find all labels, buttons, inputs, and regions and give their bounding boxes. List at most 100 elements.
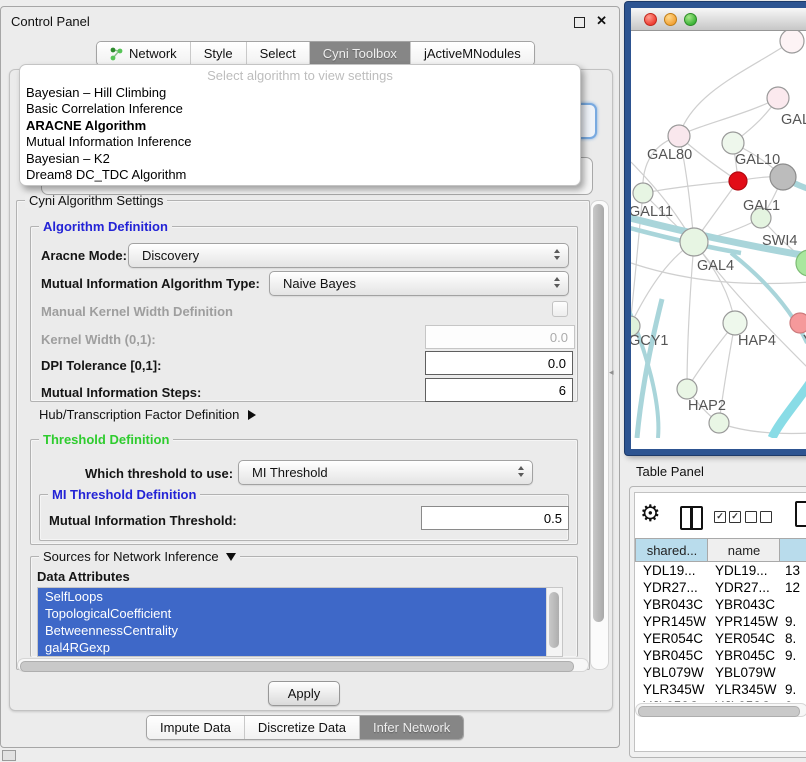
checked-box-icon: ✓ xyxy=(714,511,726,523)
tab-infer-network[interactable]: Infer Network xyxy=(360,716,463,739)
tab-network-label: Network xyxy=(129,46,177,61)
settings-scrollbar-thumb[interactable] xyxy=(593,204,604,622)
network-view-frame[interactable]: GAL80 GAL10 GAL1 GAL11 SWI4 GAL4 GCY1 HA… xyxy=(625,2,806,455)
close-icon[interactable]: ✕ xyxy=(596,13,607,29)
expand-right-icon xyxy=(248,410,256,420)
table-row[interactable]: YBL079W YBL079W xyxy=(635,664,806,681)
float-window-icon[interactable] xyxy=(574,17,585,28)
settings-hscrollbar[interactable] xyxy=(17,658,589,672)
list-item-selected-algorithm[interactable]: ARACNE Algorithm xyxy=(24,118,576,134)
mi-steps-input[interactable]: 6 xyxy=(425,378,573,402)
dpi-tolerance-input[interactable]: 0.0 xyxy=(425,351,573,375)
zoom-button[interactable] xyxy=(684,13,697,26)
apply-button[interactable]: Apply xyxy=(268,681,340,706)
table-row[interactable]: YJL052C YJL052C 9. xyxy=(635,698,806,702)
list-item[interactable]: BetweennessCentrality xyxy=(38,622,546,639)
table-row[interactable]: YER054C YER054C 8. xyxy=(635,630,806,647)
tab-jactivemnodules[interactable]: jActiveMNodules xyxy=(411,42,534,65)
hub-definition-toggle[interactable]: Hub/Transcription Factor Definition xyxy=(39,407,256,422)
manual-kernel-width-checkbox[interactable] xyxy=(552,301,568,317)
window-restore-icon[interactable] xyxy=(2,750,16,761)
list-item[interactable]: Basic Correlation Inference xyxy=(24,101,576,117)
close-button[interactable] xyxy=(644,13,657,26)
cell: YDR27... xyxy=(715,579,770,596)
aracne-mode-combobox[interactable]: Discovery xyxy=(128,243,569,268)
deselect-all-columns-icon[interactable] xyxy=(745,511,772,523)
aracne-mode-value: Discovery xyxy=(142,248,199,263)
tab-cyni-toolbox[interactable]: Cyni Toolbox xyxy=(310,42,411,65)
node-label: GAL xyxy=(781,112,806,128)
manual-kernel-width-label: Manual Kernel Width Definition xyxy=(41,304,233,319)
panel-splitter-handle[interactable]: ◂ xyxy=(609,367,614,378)
select-all-columns-icon[interactable]: ✓ ✓ xyxy=(714,511,741,523)
gear-icon[interactable]: ⚙ xyxy=(640,500,661,527)
network-icon xyxy=(110,47,123,61)
mi-threshold-input[interactable]: 0.5 xyxy=(421,506,569,530)
tab-discretize-data[interactable]: Discretize Data xyxy=(245,716,360,739)
settings-scrollbar[interactable] xyxy=(590,200,609,670)
cell: YER054C xyxy=(715,630,775,647)
data-attributes-label: Data Attributes xyxy=(37,569,130,584)
cell: 9. xyxy=(785,698,796,702)
table-row[interactable]: YDR27... YDR27... 12 xyxy=(635,579,806,596)
cell: YLR345W xyxy=(715,681,777,698)
tab-jactivemnodules-label: jActiveMNodules xyxy=(424,46,521,61)
kernel-width-input[interactable]: 0.0 xyxy=(425,325,575,349)
cell: 9. xyxy=(785,613,796,630)
list-item[interactable]: Mutual Information Inference xyxy=(24,134,576,150)
checked-box-icon: ✓ xyxy=(729,511,741,523)
tab-select[interactable]: Select xyxy=(247,42,310,65)
kernel-width-label: Kernel Width (0,1): xyxy=(41,332,156,347)
threshold-definition-title: Threshold Definition xyxy=(39,432,173,447)
network-view-titlebar[interactable] xyxy=(631,8,806,31)
data-attributes-list[interactable]: SelfLoops TopologicalCoefficient Between… xyxy=(37,587,563,657)
list-item[interactable]: SelfLoops xyxy=(38,588,546,605)
tab-network[interactable]: Network xyxy=(97,42,191,65)
table-row[interactable]: YPR145W YPR145W 9. xyxy=(635,613,806,630)
cell: 9. xyxy=(785,681,796,698)
which-threshold-combobox[interactable]: MI Threshold xyxy=(238,460,533,485)
tab-cyni-toolbox-label: Cyni Toolbox xyxy=(323,46,397,61)
list-item[interactable]: Dream8 DC_TDC Algorithm xyxy=(24,167,576,183)
mi-steps-value: 6 xyxy=(559,383,566,398)
table-row[interactable]: YLR345W YLR345W 9. xyxy=(635,681,806,698)
tab-impute-data[interactable]: Impute Data xyxy=(147,716,245,739)
minimize-button[interactable] xyxy=(664,13,677,26)
column-header-clipped[interactable] xyxy=(779,538,806,562)
stepper-arrows-icon xyxy=(554,249,560,260)
list-item[interactable]: Bayesian – Hill Climbing xyxy=(24,85,576,101)
apply-button-label: Apply xyxy=(288,686,321,701)
attributes-scrollbar-thumb[interactable] xyxy=(549,592,559,648)
tab-style[interactable]: Style xyxy=(191,42,247,65)
stepper-arrows-icon xyxy=(518,466,524,477)
new-table-icon[interactable] xyxy=(795,501,806,527)
collapse-down-icon xyxy=(226,553,236,561)
unchecked-box-icon xyxy=(760,511,772,523)
table-row[interactable]: YBR043C YBR043C xyxy=(635,596,806,613)
column-header-shared-name[interactable]: shared... xyxy=(635,538,709,562)
table-row[interactable]: YBR045C YBR045C 9. xyxy=(635,647,806,664)
cell: 13 xyxy=(785,562,800,579)
table-row[interactable]: YDL19... YDL19... 13 xyxy=(635,562,806,579)
algorithm-definition-title: Algorithm Definition xyxy=(39,219,172,234)
network-canvas[interactable]: GAL80 GAL10 GAL1 GAL11 SWI4 GAL4 GCY1 HA… xyxy=(631,31,806,449)
list-item[interactable]: gal4RGexp xyxy=(38,639,546,656)
kernel-width-value: 0.0 xyxy=(550,330,568,345)
show-columns-icon[interactable] xyxy=(680,506,703,530)
table-hscrollbar[interactable] xyxy=(635,703,806,717)
table-panel-title: Table Panel xyxy=(636,464,704,479)
list-item[interactable]: TopologicalCoefficient xyxy=(38,605,546,622)
which-threshold-label: Which threshold to use: xyxy=(85,466,233,481)
settings-hscrollbar-thumb[interactable] xyxy=(20,661,574,672)
control-panel-window: Control Panel ✕ Network Style Select Cyn… xyxy=(0,6,620,748)
cell: 8. xyxy=(785,630,796,647)
table-hscrollbar-thumb[interactable] xyxy=(638,706,800,717)
node-label: GAL80 xyxy=(647,147,692,163)
unchecked-box-icon xyxy=(745,511,757,523)
mi-algorithm-type-combobox[interactable]: Naive Bayes xyxy=(269,271,569,296)
list-item[interactable]: Bayesian – K2 xyxy=(24,151,576,167)
attributes-scrollbar[interactable] xyxy=(546,588,562,656)
mi-threshold-label: Mutual Information Threshold: xyxy=(49,513,237,528)
sources-group-header[interactable]: Sources for Network Inference xyxy=(39,549,240,564)
column-header-name[interactable]: name xyxy=(707,538,781,562)
